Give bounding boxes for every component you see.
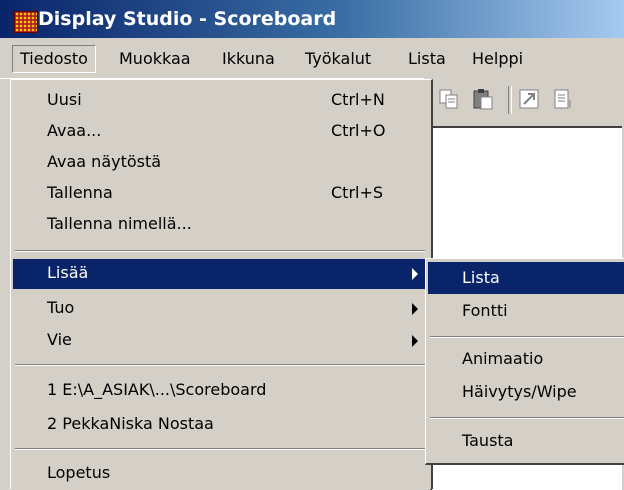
menu-item-exit[interactable]: Lopetus bbox=[13, 459, 427, 489]
submenu-item-label: Tausta bbox=[462, 431, 514, 450]
menu-separator bbox=[430, 336, 624, 338]
submenu-item-tausta[interactable]: Tausta bbox=[428, 425, 624, 457]
menu-item-recent-2[interactable]: 2 PekkaNiska Nostaa bbox=[13, 410, 427, 440]
submenu-arrow-icon bbox=[412, 268, 418, 280]
submenu-arrow-icon bbox=[412, 335, 418, 347]
menu-separator bbox=[15, 448, 425, 450]
menu-item-label: Tuo bbox=[47, 298, 75, 317]
app-icon[interactable] bbox=[14, 11, 38, 33]
menu-item-label: Avaa näytöstä bbox=[47, 152, 162, 171]
shortcut-label: Ctrl+S bbox=[331, 183, 384, 202]
document-icon[interactable] bbox=[552, 88, 574, 110]
menu-muokkaa[interactable]: Muokkaa bbox=[119, 49, 191, 68]
submenu-arrow-icon bbox=[412, 303, 418, 315]
window-title: Display Studio - Scoreboard bbox=[38, 8, 337, 30]
submenu-item-animaatio[interactable]: Animaatio bbox=[428, 343, 624, 375]
menu-item-label: Tallenna nimellä... bbox=[47, 214, 192, 233]
insert-submenu: Lista Fontti Animaatio Häivytys/Wipe Tau… bbox=[425, 258, 624, 465]
menu-bar: Tiedosto Muokkaa Ikkuna Työkalut Lista H… bbox=[0, 38, 624, 79]
menu-separator bbox=[15, 250, 425, 252]
submenu-item-label: Häivytys/Wipe bbox=[462, 382, 577, 401]
toolbar-separator bbox=[508, 86, 512, 114]
menu-item-recent-1[interactable]: 1 E:\A_ASIAK\...\Scoreboard bbox=[13, 376, 427, 406]
menu-item-label: 2 PekkaNiska Nostaa bbox=[47, 414, 214, 433]
menu-item-new[interactable]: Uusi Ctrl+N bbox=[13, 86, 427, 116]
menu-separator bbox=[15, 364, 425, 366]
menu-item-label: Uusi bbox=[47, 90, 82, 109]
submenu-item-label: Animaatio bbox=[462, 349, 544, 368]
menu-item-import[interactable]: Tuo bbox=[13, 294, 427, 324]
menu-item-open-show[interactable]: Avaa näytöstä bbox=[13, 148, 427, 178]
submenu-item-lista[interactable]: Lista bbox=[428, 262, 624, 294]
menu-item-label: Avaa... bbox=[47, 121, 102, 140]
image-tool-icon[interactable] bbox=[518, 88, 540, 110]
menu-helppi[interactable]: Helppi bbox=[472, 49, 523, 68]
menu-lista[interactable]: Lista bbox=[408, 49, 446, 68]
menu-item-label: Tallenna bbox=[47, 183, 113, 202]
submenu-item-fontti[interactable]: Fontti bbox=[428, 295, 624, 327]
menu-item-label: Lisää bbox=[47, 263, 89, 282]
menu-item-insert[interactable]: Lisää bbox=[13, 259, 427, 289]
menu-tyokalut[interactable]: Työkalut bbox=[305, 49, 371, 68]
shortcut-label: Ctrl+O bbox=[331, 121, 386, 140]
menu-item-label: Vie bbox=[47, 330, 72, 349]
menu-item-label: Lopetus bbox=[47, 463, 111, 482]
menu-item-export[interactable]: Vie bbox=[13, 326, 427, 356]
menu-item-save-as[interactable]: Tallenna nimellä... bbox=[13, 210, 427, 240]
menu-separator bbox=[430, 417, 624, 419]
menu-item-open[interactable]: Avaa... Ctrl+O bbox=[13, 117, 427, 147]
shortcut-label: Ctrl+N bbox=[331, 90, 385, 109]
submenu-item-haivytys[interactable]: Häivytys/Wipe bbox=[428, 376, 624, 408]
menu-tiedosto[interactable]: Tiedosto bbox=[12, 45, 96, 73]
copy-icon[interactable] bbox=[438, 88, 460, 110]
title-bar: Display Studio - Scoreboard bbox=[0, 0, 624, 38]
menu-item-save[interactable]: Tallenna Ctrl+S bbox=[13, 179, 427, 209]
toolbar bbox=[424, 78, 624, 122]
menu-ikkuna[interactable]: Ikkuna bbox=[222, 49, 275, 68]
submenu-item-label: Fontti bbox=[462, 301, 508, 320]
menu-item-label: 1 E:\A_ASIAK\...\Scoreboard bbox=[47, 380, 267, 399]
paste-icon[interactable] bbox=[472, 88, 494, 110]
file-menu: Uusi Ctrl+N Avaa... Ctrl+O Avaa näytöstä… bbox=[10, 79, 433, 489]
submenu-item-label: Lista bbox=[462, 268, 500, 287]
